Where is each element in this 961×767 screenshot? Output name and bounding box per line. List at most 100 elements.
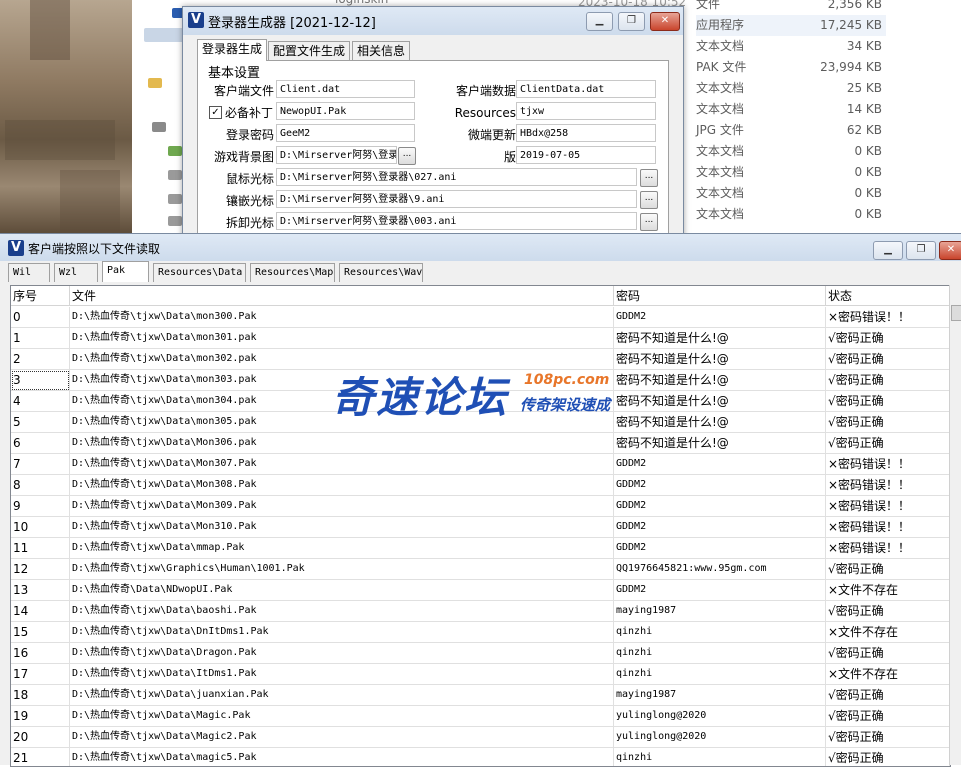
background-browse-button[interactable]: ...: [398, 147, 416, 165]
explorer-file-row[interactable]: 文本文档 14 KB: [696, 99, 886, 120]
table-row[interactable]: 1 D:\热血传奇\tjxw\Data\mon301.pak 密码不知道是什么!@ √…: [11, 328, 950, 349]
patch-label: 必备补丁: [225, 106, 274, 120]
file-size: 34 KB: [846, 39, 882, 53]
reader-tab[interactable]: Wzl: [54, 263, 98, 282]
table-row[interactable]: 3 D:\热血传奇\tjxw\Data\mon303.pak 密码不知道是什么!@ √…: [11, 370, 950, 391]
tree-selection: [144, 28, 184, 42]
table-row[interactable]: 11 D:\热血传奇\tjxw\Data\mmap.Pak GDDM2 ×密码错误！！: [11, 538, 950, 559]
cursor-browse-button[interactable]: ...: [640, 169, 658, 187]
client-file-input[interactable]: Client.dat: [276, 80, 415, 98]
table-row[interactable]: 8 D:\热血传奇\tjxw\Data\Mon308.Pak GDDM2 ×密码错误！…: [11, 475, 950, 496]
game-background-image: [0, 0, 132, 233]
tab-generate-login[interactable]: 登录器生成: [197, 39, 268, 61]
drive-icon: [168, 170, 182, 180]
cell-row-number: 13: [11, 580, 70, 601]
folder-icon: [148, 78, 162, 88]
file-size: 25 KB: [846, 81, 882, 95]
table-row[interactable]: 0 D:\热血传奇\tjxw\Data\mon300.Pak GDDM2 ×密码错误！…: [11, 307, 950, 328]
close-button[interactable]: ✕: [650, 12, 680, 31]
cell-password: maying1987: [614, 601, 826, 622]
resources-input[interactable]: tjxw: [516, 102, 656, 120]
file-type: 文本文档: [696, 39, 745, 53]
table-row[interactable]: 5 D:\热血传奇\tjxw\Data\mon305.pak 密码不知道是什么!@ √…: [11, 412, 950, 433]
version-input[interactable]: 2019-07-05: [516, 146, 656, 164]
explorer-file-row[interactable]: 文本文档 25 KB: [696, 78, 886, 99]
column-header-password[interactable]: 密码: [614, 286, 826, 306]
scrollbar-thumb[interactable]: [951, 305, 961, 321]
reader-tab[interactable]: Pak: [102, 261, 149, 282]
explorer-file-row[interactable]: 应用程序 17,245 KB: [696, 15, 886, 36]
unload-cursor-input[interactable]: D:\Mirserver阿努\登录器\003.ani: [276, 212, 637, 230]
explorer-file-row[interactable]: 文本文档 0 KB: [696, 204, 886, 225]
tab-related-info[interactable]: 相关信息: [352, 41, 411, 61]
table-row[interactable]: 16 D:\热血传奇\tjxw\Data\Dragon.Pak qinzhi √密码正…: [11, 643, 950, 664]
minimize-button[interactable]: ▁: [586, 12, 613, 31]
reader-titlebar[interactable]: V 客户端按照以下文件读取 ▁ ❐ ✕: [0, 234, 961, 261]
table-row[interactable]: 19 D:\热血传奇\tjxw\Data\Magic.Pak yulinglong@…: [11, 706, 950, 727]
table-row[interactable]: 21 D:\热血传奇\tjxw\Data\magic5.Pak qinzhi √密码正…: [11, 748, 950, 766]
file-size: 0 KB: [854, 165, 882, 179]
reader-tab[interactable]: Resources\Map: [250, 263, 335, 282]
patch-input[interactable]: NewopUI.Pak: [276, 102, 415, 120]
column-header-no[interactable]: 序号: [11, 286, 70, 306]
table-row[interactable]: 4 D:\热血传奇\tjxw\Data\mon304.pak 密码不知道是什么!@ √…: [11, 391, 950, 412]
table-row[interactable]: 2 D:\热血传奇\tjxw\Data\mon302.pak 密码不知道是什么!@ √…: [11, 349, 950, 370]
table-row[interactable]: 13 D:\热血传奇\Data\NDwopUI.Pak GDDM2 ×文件不存在: [11, 580, 950, 601]
reader-tab[interactable]: Resources\Data: [153, 263, 246, 282]
maximize-button[interactable]: ❐: [618, 12, 645, 31]
explorer-file-row[interactable]: JPG 文件 62 KB: [696, 120, 886, 141]
reader-tab[interactable]: Wil: [8, 263, 50, 282]
table-row[interactable]: 15 D:\热血传奇\tjxw\Data\DnItDms1.Pak qinzhi ×文…: [11, 622, 950, 643]
patch-checkbox[interactable]: ✓: [209, 106, 222, 119]
explorer-file-row[interactable]: 文本文档 0 KB: [696, 183, 886, 204]
table-row[interactable]: 9 D:\热血传奇\tjxw\Data\Mon309.Pak GDDM2 ×密码错误！…: [11, 496, 950, 517]
explorer-file-row[interactable]: 文本文档 0 KB: [696, 141, 886, 162]
unload-browse-button[interactable]: ...: [640, 213, 658, 231]
cursor-input[interactable]: D:\Mirserver阿努\登录器\027.ani: [276, 168, 637, 186]
cell-row-number: 0: [11, 307, 70, 328]
client-data-input[interactable]: ClientData.dat: [516, 80, 656, 98]
explorer-file-row[interactable]: 文本文档 34 KB: [696, 36, 886, 57]
table-row[interactable]: 20 D:\热血传奇\tjxw\Data\Magic2.Pak yulinglong…: [11, 727, 950, 748]
generator-titlebar[interactable]: V 登录器生成器 [2021-12-12] ▁ ❐ ✕: [183, 7, 683, 35]
maximize-button[interactable]: ❐: [906, 241, 936, 260]
vertical-scrollbar[interactable]: [949, 285, 961, 765]
generator-window: V 登录器生成器 [2021-12-12] ▁ ❐ ✕ 登录器生成 配置文件生成…: [182, 6, 684, 241]
app-logo-icon: V: [188, 12, 204, 28]
reader-tab[interactable]: Resources\Wav: [339, 263, 423, 282]
explorer-file-row[interactable]: PAK 文件 23,994 KB: [696, 57, 886, 78]
cell-file-path: D:\热血传奇\tjxw\Data\ItDms1.Pak: [70, 664, 614, 685]
table-row[interactable]: 7 D:\热血传奇\tjxw\Data\Mon307.Pak GDDM2 ×密码错误！…: [11, 454, 950, 475]
cell-password: qinzhi: [614, 748, 826, 766]
column-header-status[interactable]: 状态: [826, 286, 950, 306]
cell-status: ×文件不存在: [826, 664, 950, 685]
explorer-file-row[interactable]: 文件 2,356 KB: [696, 0, 886, 15]
password-input[interactable]: GeeM2: [276, 124, 415, 142]
cell-password: qinzhi: [614, 622, 826, 643]
cell-password: GDDM2: [614, 454, 826, 475]
cell-status: √密码正确: [826, 412, 950, 433]
cell-file-path: D:\热血传奇\tjxw\Data\Mon307.Pak: [70, 454, 614, 475]
table-row[interactable]: 18 D:\热血传奇\tjxw\Data\juanxian.Pak maying19…: [11, 685, 950, 706]
cell-file-path: D:\热血传奇\tjxw\Data\mon301.pak: [70, 328, 614, 349]
update-password-input[interactable]: HBdx@258: [516, 124, 656, 142]
table-row[interactable]: 17 D:\热血传奇\tjxw\Data\ItDms1.Pak qinzhi ×文件不…: [11, 664, 950, 685]
explorer-file-row[interactable]: 文本文档 0 KB: [696, 162, 886, 183]
inlay-cursor-input[interactable]: D:\Mirserver阿努\登录器\9.ani: [276, 190, 637, 208]
column-header-file[interactable]: 文件: [70, 286, 614, 306]
cell-file-path: D:\热血传奇\tjxw\Data\mon300.Pak: [70, 307, 614, 328]
inlay-browse-button[interactable]: ...: [640, 191, 658, 209]
table-row[interactable]: 14 D:\热血传奇\tjxw\Data\baoshi.Pak maying1987…: [11, 601, 950, 622]
cell-password: qinzhi: [614, 664, 826, 685]
table-row[interactable]: 6 D:\热血传奇\tjxw\Data\Mon306.pak 密码不知道是什么!@ √…: [11, 433, 950, 454]
cell-password: QQ1976645821:www.95gm.com: [614, 559, 826, 580]
file-table: 序号 文件 密码 状态 0 D:\热血传奇\tjxw\Data\mon300.Pa…: [10, 285, 951, 767]
close-button[interactable]: ✕: [939, 241, 961, 260]
cell-row-number: 12: [11, 559, 70, 580]
cell-file-path: D:\热血传奇\tjxw\Data\juanxian.Pak: [70, 685, 614, 706]
table-row[interactable]: 10 D:\热血传奇\tjxw\Data\Mon310.Pak GDDM2 ×密码错误…: [11, 517, 950, 538]
minimize-button[interactable]: ▁: [873, 241, 903, 260]
table-row[interactable]: 12 D:\热血传奇\tjxw\Graphics\Human\1001.Pak QQ…: [11, 559, 950, 580]
tab-config-generate[interactable]: 配置文件生成: [268, 41, 351, 61]
background-input[interactable]: D:\Mirserver阿努\登录: [276, 146, 397, 164]
